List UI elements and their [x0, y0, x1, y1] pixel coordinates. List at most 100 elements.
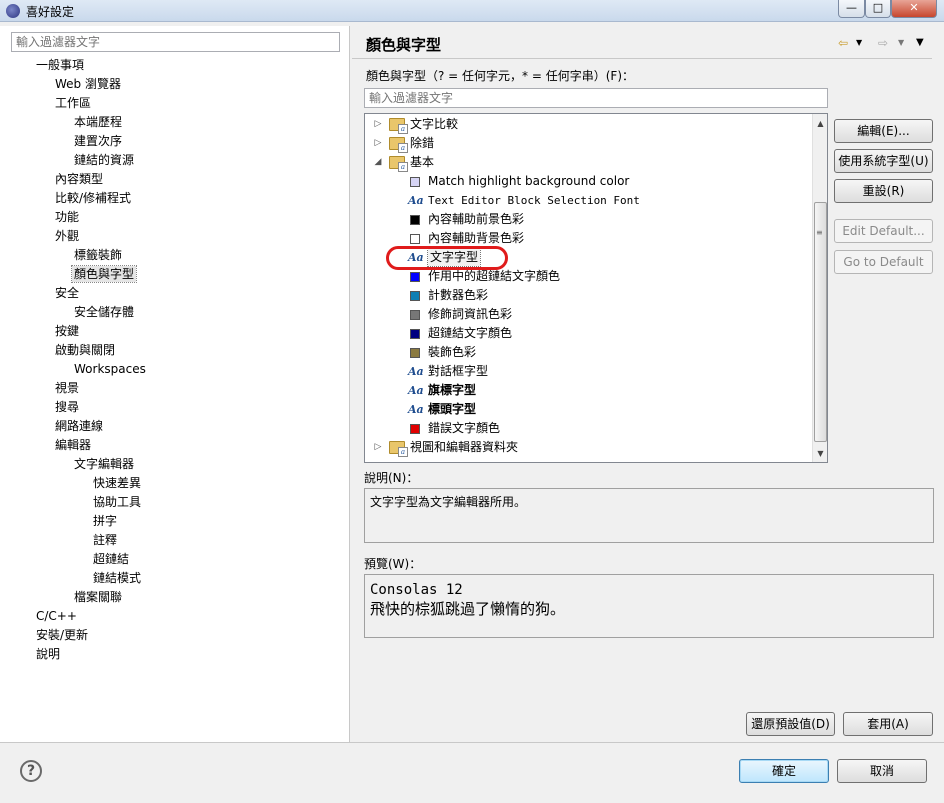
- pref-tree-item[interactable]: 協助工具: [93, 494, 141, 510]
- setting-label: 旗標字型: [428, 383, 477, 397]
- color-setting-row[interactable]: 裝飾色彩: [365, 343, 811, 362]
- back-arrow-icon[interactable]: ⇦: [838, 36, 848, 50]
- header-divider: [352, 58, 932, 59]
- restore-defaults-button[interactable]: 還原預設值(D): [746, 712, 835, 736]
- preferences-dialog: 喜好設定 — □ ✕ 一般事項 Web 瀏覽器工作區本端歷程建置次序鏈結的資源內容…: [0, 0, 944, 803]
- color-setting-row[interactable]: 內容輔助背景色彩: [365, 229, 811, 248]
- pref-tree-item[interactable]: 安全儲存體: [74, 304, 134, 320]
- category-row[interactable]: ▷ 文字比較: [365, 115, 811, 134]
- color-swatch-icon: [410, 234, 420, 244]
- tree-filter-input[interactable]: [11, 32, 340, 52]
- pref-tree-item[interactable]: 標籤裝飾: [74, 247, 122, 263]
- use-system-font-button[interactable]: 使用系統字型(U): [834, 149, 933, 173]
- font-glyph-icon: Aa: [408, 384, 424, 397]
- pref-tree-item[interactable]: 安全: [55, 285, 79, 301]
- edit-default-button[interactable]: Edit Default...: [834, 219, 933, 243]
- theme-category-folder-icon: [389, 137, 408, 153]
- reset-button[interactable]: 重設(R): [834, 179, 933, 203]
- pref-tree-item[interactable]: Workspaces: [74, 361, 146, 377]
- scroll-down-icon[interactable]: ▼: [813, 446, 828, 461]
- page-nav-toolbar: ⇦ ▼ ⇨ ▼ ▼: [838, 36, 934, 50]
- close-button[interactable]: ✕: [891, 0, 937, 18]
- tree-scrollbar[interactable]: ▲ ≡ ▼: [812, 114, 827, 462]
- apply-button[interactable]: 套用(A): [843, 712, 933, 736]
- forward-dropdown-icon[interactable]: ▼: [898, 36, 904, 50]
- pref-tree-item[interactable]: 超鏈結: [93, 551, 129, 567]
- pref-tree-item[interactable]: 建置次序: [74, 133, 122, 149]
- color-setting-row[interactable]: 修飾詞資訊色彩: [365, 305, 811, 324]
- expanded-arrow-icon[interactable]: ◢: [373, 153, 383, 172]
- description-text: 文字字型為文字編輯器所用。: [370, 495, 527, 509]
- theme-category-folder-icon: [389, 156, 408, 172]
- pref-tree-item[interactable]: 視景: [55, 380, 79, 396]
- pref-tree-item[interactable]: 顏色與字型: [70, 265, 138, 283]
- pref-tree-item[interactable]: 本端歷程: [74, 114, 122, 130]
- pref-tree-item[interactable]: 拼字: [93, 513, 117, 529]
- description-label: 說明(N)：: [364, 471, 419, 485]
- pref-tree-item[interactable]: 外觀: [55, 228, 79, 244]
- font-setting-row[interactable]: Aa 標頭字型: [365, 400, 811, 419]
- color-setting-row[interactable]: 超鏈結文字顏色: [365, 324, 811, 343]
- color-setting-row[interactable]: 錯誤文字顏色: [365, 419, 811, 438]
- colors-filter-input[interactable]: [364, 88, 828, 108]
- pref-tree-item[interactable]: 檔案關聯: [74, 589, 122, 605]
- color-setting-row[interactable]: 內容輔助前景色彩: [365, 210, 811, 229]
- pref-tree-item[interactable]: 網路連線: [55, 418, 103, 434]
- pref-tree-item[interactable]: 註釋: [93, 532, 117, 548]
- help-icon[interactable]: ?: [20, 760, 42, 782]
- color-setting-row[interactable]: 計數器色彩: [365, 286, 811, 305]
- pref-tree-item[interactable]: 文字編輯器: [74, 456, 134, 472]
- pref-tree-item[interactable]: 搜尋: [55, 399, 79, 415]
- category-row[interactable]: ▷ 視圖和編輯器資料夾: [365, 438, 811, 457]
- collapsed-arrow-icon[interactable]: ▷: [373, 438, 383, 457]
- setting-label: 裝飾色彩: [428, 345, 477, 359]
- collapsed-arrow-icon[interactable]: ▷: [373, 134, 383, 153]
- font-glyph-icon: Aa: [408, 251, 424, 264]
- pref-tree-item[interactable]: 工作區: [55, 95, 91, 111]
- color-swatch-icon: [410, 424, 420, 434]
- color-swatch-icon: [410, 177, 420, 187]
- color-swatch-icon: [410, 291, 420, 301]
- back-dropdown-icon[interactable]: ▼: [856, 36, 862, 50]
- pref-tree-item[interactable]: 編輯器: [55, 437, 91, 453]
- pref-tree-item[interactable]: 內容類型: [55, 171, 103, 187]
- pref-tree-item[interactable]: 快速差異: [93, 475, 141, 491]
- colors-fonts-label: 顏色與字型（? = 任何字元，* = 任何字串）(F)：: [366, 69, 635, 83]
- collapsed-arrow-icon[interactable]: ▷: [373, 115, 383, 134]
- scrollbar-thumb[interactable]: [814, 202, 827, 442]
- cancel-button[interactable]: 取消: [837, 759, 927, 783]
- font-setting-row[interactable]: Aa 旗標字型: [365, 381, 811, 400]
- pref-tree-item[interactable]: 安裝/更新: [36, 627, 88, 643]
- pref-tree-item[interactable]: 鏈結的資源: [74, 152, 134, 168]
- setting-label: 文字字型: [426, 248, 482, 267]
- go-to-default-button[interactable]: Go to Default: [834, 250, 933, 274]
- pref-tree-item[interactable]: 鏈結模式: [93, 570, 141, 586]
- minimize-button[interactable]: —: [838, 0, 865, 18]
- scroll-up-icon[interactable]: ▲: [813, 116, 828, 131]
- edit-button[interactable]: 編輯(E)...: [834, 119, 933, 143]
- page-title: 顏色與字型: [366, 36, 442, 54]
- pref-tree-item[interactable]: Web 瀏覽器: [55, 76, 121, 92]
- category-row[interactable]: ▷ 除錯: [365, 134, 811, 153]
- color-setting-row[interactable]: 作用中的超鏈結文字顏色: [365, 267, 811, 286]
- font-setting-row[interactable]: Aa Text Editor Block Selection Font: [365, 191, 811, 210]
- pref-tree-item[interactable]: C/C++: [36, 608, 77, 624]
- preview-sample-text: 飛快的棕狐跳過了懶惰的狗。: [370, 600, 566, 618]
- color-setting-row[interactable]: Match highlight background color: [365, 172, 811, 191]
- pref-tree-item[interactable]: 功能: [55, 209, 79, 225]
- forward-arrow-icon[interactable]: ⇨: [878, 36, 888, 50]
- font-setting-row[interactable]: Aa 文字字型: [365, 248, 811, 267]
- category-row[interactable]: ◢ 基本: [365, 153, 811, 172]
- pref-tree-item[interactable]: 說明: [36, 646, 60, 662]
- setting-label: 文字比較: [410, 117, 459, 131]
- color-swatch-icon: [410, 348, 420, 358]
- maximize-button[interactable]: □: [865, 0, 891, 18]
- font-setting-row[interactable]: Aa 對話框字型: [365, 362, 811, 381]
- pref-tree-item[interactable]: 一般事項: [36, 57, 84, 73]
- pref-tree-item[interactable]: 比較/修補程式: [55, 190, 131, 206]
- pref-tree-item[interactable]: 啟動與關閉: [55, 342, 115, 358]
- setting-label: 對話框字型: [428, 364, 489, 378]
- ok-button[interactable]: 確定: [739, 759, 829, 783]
- pref-tree-item[interactable]: 按鍵: [55, 323, 79, 339]
- view-menu-icon[interactable]: ▼: [916, 36, 924, 50]
